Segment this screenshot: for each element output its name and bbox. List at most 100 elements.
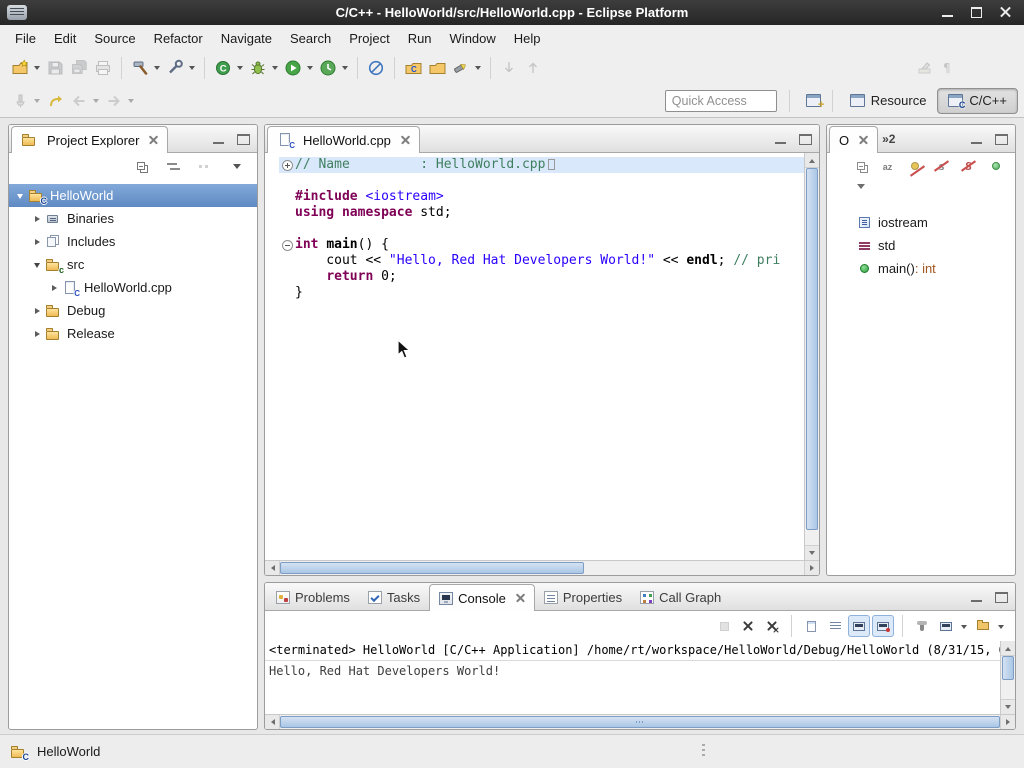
mark-occurrences-button[interactable] bbox=[912, 56, 936, 80]
skip-breakpoints-button[interactable] bbox=[364, 56, 388, 80]
menu-help[interactable]: Help bbox=[505, 27, 550, 50]
tab-helloworld-cpp[interactable]: C HelloWorld.cpp bbox=[267, 126, 420, 153]
debug-dropdown[interactable] bbox=[270, 56, 279, 80]
new-wizard-dropdown[interactable] bbox=[32, 56, 41, 80]
scroll-right-button[interactable] bbox=[1000, 715, 1015, 729]
collapse-all-button[interactable] bbox=[847, 156, 874, 176]
scroll-down-button[interactable] bbox=[1001, 699, 1015, 714]
build-all-button[interactable] bbox=[128, 56, 152, 80]
save-all-button[interactable] bbox=[67, 56, 91, 80]
forward-dropdown[interactable] bbox=[126, 89, 135, 113]
back-dropdown[interactable] bbox=[91, 89, 100, 113]
maximize-view-button[interactable] bbox=[236, 133, 251, 146]
code-line[interactable]: #include <iostream> bbox=[265, 189, 804, 205]
view-stack-overflow[interactable]: »2 bbox=[878, 132, 899, 146]
tree-item-release[interactable]: Release bbox=[9, 322, 257, 345]
display-console-button[interactable] bbox=[935, 615, 957, 637]
show-whitespace-button[interactable]: ¶ bbox=[936, 56, 960, 80]
fold-expanded-icon[interactable] bbox=[282, 240, 293, 251]
hide-non-public-button[interactable] bbox=[955, 156, 982, 176]
console-output-area[interactable]: <terminated> HelloWorld [C/C++ Applicati… bbox=[265, 641, 1000, 714]
code-line[interactable]: using namespace std; bbox=[265, 205, 804, 221]
outline-item-main[interactable]: main() : int bbox=[827, 257, 1015, 280]
menu-search[interactable]: Search bbox=[281, 27, 340, 50]
twistie-icon[interactable] bbox=[28, 331, 45, 337]
filters-button[interactable] bbox=[195, 156, 215, 176]
tab-problems[interactable]: Problems bbox=[267, 584, 359, 610]
tree-item-includes[interactable]: Includes bbox=[9, 230, 257, 253]
debug-button[interactable] bbox=[246, 56, 270, 80]
code-line[interactable]: return 0; bbox=[265, 269, 804, 285]
window-close-button[interactable] bbox=[999, 6, 1012, 19]
build-all-dropdown[interactable] bbox=[152, 56, 161, 80]
scroll-right-button[interactable] bbox=[804, 561, 819, 575]
twistie-icon[interactable] bbox=[11, 190, 28, 202]
tree-item-debug[interactable]: Debug bbox=[9, 299, 257, 322]
window-minimize-button[interactable] bbox=[941, 6, 954, 19]
console-horizontal-scrollbar[interactable] bbox=[265, 714, 1015, 729]
open-type-button[interactable]: C bbox=[401, 56, 425, 80]
export-output-button[interactable] bbox=[800, 615, 822, 637]
tab-tasks[interactable]: Tasks bbox=[359, 584, 429, 610]
minimize-view-button[interactable] bbox=[773, 133, 788, 146]
tab-console[interactable]: Console bbox=[429, 584, 535, 611]
twistie-icon[interactable] bbox=[45, 285, 62, 291]
code-editor[interactable]: // Name : HelloWorld.cpp #include <iostre… bbox=[265, 153, 804, 560]
editor-horizontal-scrollbar[interactable] bbox=[265, 560, 819, 575]
code-line[interactable] bbox=[265, 221, 804, 237]
menu-file[interactable]: File bbox=[6, 27, 45, 50]
profile-dropdown[interactable] bbox=[340, 56, 349, 80]
minimize-view-button[interactable] bbox=[211, 133, 226, 146]
code-line[interactable]: int main() { bbox=[265, 237, 804, 253]
menu-navigate[interactable]: Navigate bbox=[212, 27, 281, 50]
save-button[interactable] bbox=[43, 56, 67, 80]
pin-editor-dropdown[interactable] bbox=[32, 89, 41, 113]
code-line[interactable]: cout << "Hello, Red Hat Developers World… bbox=[265, 253, 804, 269]
link-with-editor-button[interactable] bbox=[163, 156, 183, 176]
menu-run[interactable]: Run bbox=[399, 27, 441, 50]
menu-project[interactable]: Project bbox=[340, 27, 398, 50]
pin-editor-button[interactable] bbox=[8, 89, 32, 113]
show-stderr-button[interactable] bbox=[872, 615, 894, 637]
filter-button[interactable] bbox=[982, 156, 1009, 176]
show-stdout-button[interactable] bbox=[848, 615, 870, 637]
back-button[interactable] bbox=[67, 89, 91, 113]
maximize-view-button[interactable] bbox=[994, 133, 1009, 146]
app-menu-icon[interactable] bbox=[7, 5, 27, 20]
remove-launch-button[interactable] bbox=[737, 615, 759, 637]
terminate-button[interactable] bbox=[713, 615, 735, 637]
twistie-icon[interactable] bbox=[28, 216, 45, 222]
outline-item-std[interactable]: std bbox=[827, 234, 1015, 257]
remove-all-launches-button[interactable] bbox=[761, 615, 783, 637]
maximize-view-button[interactable] bbox=[994, 591, 1009, 604]
perspective-cpp-button[interactable]: C C/C++ bbox=[937, 88, 1018, 114]
fold-collapsed-icon[interactable] bbox=[282, 160, 293, 171]
prev-annotation-button[interactable] bbox=[521, 56, 545, 80]
quick-access-input[interactable] bbox=[665, 90, 777, 112]
hide-fields-button[interactable] bbox=[901, 156, 928, 176]
window-maximize-button[interactable] bbox=[970, 6, 983, 19]
display-console-dropdown[interactable] bbox=[959, 614, 968, 638]
collapse-all-button[interactable] bbox=[131, 156, 151, 176]
word-wrap-button[interactable] bbox=[824, 615, 846, 637]
minimize-view-button[interactable] bbox=[969, 133, 984, 146]
new-class-dropdown[interactable] bbox=[235, 56, 244, 80]
search-dropdown[interactable] bbox=[473, 56, 482, 80]
build-config-button[interactable] bbox=[163, 56, 187, 80]
close-icon[interactable] bbox=[401, 136, 410, 145]
minimize-view-button[interactable] bbox=[969, 591, 984, 604]
code-line[interactable]: // Name : HelloWorld.cpp bbox=[265, 157, 804, 173]
code-line[interactable] bbox=[265, 173, 804, 189]
open-console-dropdown[interactable] bbox=[996, 614, 1005, 638]
tree-item-helloworld[interactable]: CHelloWorld bbox=[9, 184, 257, 207]
search-button[interactable] bbox=[449, 56, 473, 80]
scroll-thumb[interactable] bbox=[806, 168, 818, 530]
perspective-resource-button[interactable]: Resource bbox=[839, 88, 938, 114]
tab-project-explorer[interactable]: Project Explorer bbox=[11, 126, 168, 153]
open-perspective-button[interactable] bbox=[802, 89, 826, 113]
scroll-thumb[interactable] bbox=[280, 562, 584, 574]
menu-edit[interactable]: Edit bbox=[45, 27, 85, 50]
tab-call-graph[interactable]: Call Graph bbox=[631, 584, 730, 610]
pin-console-button[interactable] bbox=[911, 615, 933, 637]
new-wizard-button[interactable] bbox=[8, 56, 32, 80]
